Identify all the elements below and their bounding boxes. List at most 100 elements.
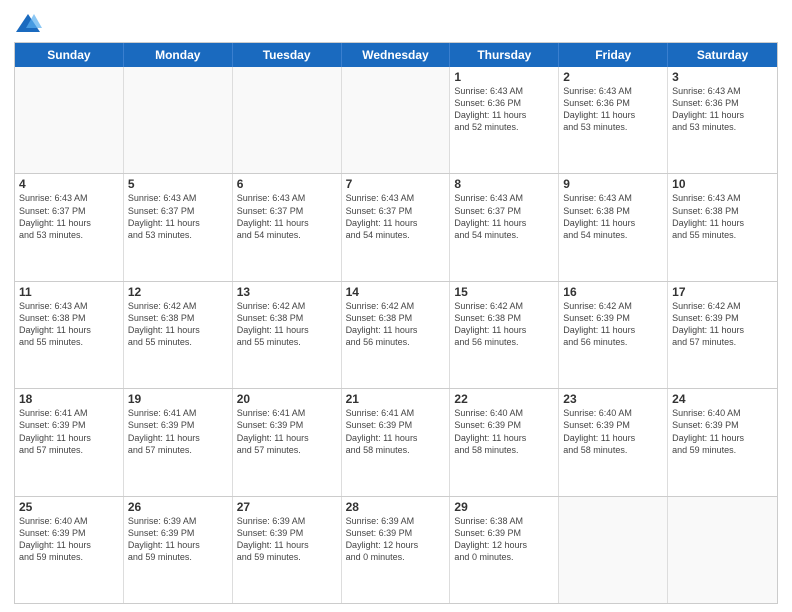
header-day-saturday: Saturday	[668, 43, 777, 67]
day-number: 21	[346, 392, 446, 406]
day-cell-29: 29Sunrise: 6:38 AM Sunset: 6:39 PM Dayli…	[450, 497, 559, 603]
day-info: Sunrise: 6:40 AM Sunset: 6:39 PM Dayligh…	[454, 407, 554, 456]
calendar: SundayMondayTuesdayWednesdayThursdayFrid…	[14, 42, 778, 604]
header-day-tuesday: Tuesday	[233, 43, 342, 67]
day-info: Sunrise: 6:42 AM Sunset: 6:39 PM Dayligh…	[563, 300, 663, 349]
header-day-friday: Friday	[559, 43, 668, 67]
header-day-monday: Monday	[124, 43, 233, 67]
day-number: 22	[454, 392, 554, 406]
day-number: 18	[19, 392, 119, 406]
day-cell-empty-4-5	[559, 497, 668, 603]
day-cell-17: 17Sunrise: 6:42 AM Sunset: 6:39 PM Dayli…	[668, 282, 777, 388]
day-cell-27: 27Sunrise: 6:39 AM Sunset: 6:39 PM Dayli…	[233, 497, 342, 603]
day-cell-28: 28Sunrise: 6:39 AM Sunset: 6:39 PM Dayli…	[342, 497, 451, 603]
day-info: Sunrise: 6:39 AM Sunset: 6:39 PM Dayligh…	[237, 515, 337, 564]
day-info: Sunrise: 6:38 AM Sunset: 6:39 PM Dayligh…	[454, 515, 554, 564]
day-cell-empty-4-6	[668, 497, 777, 603]
day-cell-21: 21Sunrise: 6:41 AM Sunset: 6:39 PM Dayli…	[342, 389, 451, 495]
logo-icon	[14, 10, 42, 38]
header-day-sunday: Sunday	[15, 43, 124, 67]
day-cell-empty-0-1	[124, 67, 233, 173]
header-day-thursday: Thursday	[450, 43, 559, 67]
day-cell-empty-0-3	[342, 67, 451, 173]
day-cell-20: 20Sunrise: 6:41 AM Sunset: 6:39 PM Dayli…	[233, 389, 342, 495]
calendar-week-2: 4Sunrise: 6:43 AM Sunset: 6:37 PM Daylig…	[15, 174, 777, 281]
day-cell-19: 19Sunrise: 6:41 AM Sunset: 6:39 PM Dayli…	[124, 389, 233, 495]
day-cell-25: 25Sunrise: 6:40 AM Sunset: 6:39 PM Dayli…	[15, 497, 124, 603]
day-info: Sunrise: 6:43 AM Sunset: 6:37 PM Dayligh…	[454, 192, 554, 241]
day-number: 14	[346, 285, 446, 299]
day-number: 2	[563, 70, 663, 84]
day-info: Sunrise: 6:42 AM Sunset: 6:38 PM Dayligh…	[454, 300, 554, 349]
day-cell-6: 6Sunrise: 6:43 AM Sunset: 6:37 PM Daylig…	[233, 174, 342, 280]
day-number: 11	[19, 285, 119, 299]
day-cell-5: 5Sunrise: 6:43 AM Sunset: 6:37 PM Daylig…	[124, 174, 233, 280]
day-number: 25	[19, 500, 119, 514]
day-number: 4	[19, 177, 119, 191]
day-cell-11: 11Sunrise: 6:43 AM Sunset: 6:38 PM Dayli…	[15, 282, 124, 388]
day-info: Sunrise: 6:42 AM Sunset: 6:38 PM Dayligh…	[346, 300, 446, 349]
day-cell-4: 4Sunrise: 6:43 AM Sunset: 6:37 PM Daylig…	[15, 174, 124, 280]
day-number: 28	[346, 500, 446, 514]
day-cell-22: 22Sunrise: 6:40 AM Sunset: 6:39 PM Dayli…	[450, 389, 559, 495]
day-cell-15: 15Sunrise: 6:42 AM Sunset: 6:38 PM Dayli…	[450, 282, 559, 388]
day-number: 16	[563, 285, 663, 299]
day-cell-16: 16Sunrise: 6:42 AM Sunset: 6:39 PM Dayli…	[559, 282, 668, 388]
day-number: 9	[563, 177, 663, 191]
day-cell-8: 8Sunrise: 6:43 AM Sunset: 6:37 PM Daylig…	[450, 174, 559, 280]
day-info: Sunrise: 6:41 AM Sunset: 6:39 PM Dayligh…	[19, 407, 119, 456]
day-cell-3: 3Sunrise: 6:43 AM Sunset: 6:36 PM Daylig…	[668, 67, 777, 173]
day-number: 8	[454, 177, 554, 191]
day-info: Sunrise: 6:40 AM Sunset: 6:39 PM Dayligh…	[672, 407, 773, 456]
page: SundayMondayTuesdayWednesdayThursdayFrid…	[0, 0, 792, 612]
day-number: 5	[128, 177, 228, 191]
day-number: 12	[128, 285, 228, 299]
day-cell-empty-0-0	[15, 67, 124, 173]
day-info: Sunrise: 6:43 AM Sunset: 6:37 PM Dayligh…	[19, 192, 119, 241]
day-info: Sunrise: 6:39 AM Sunset: 6:39 PM Dayligh…	[128, 515, 228, 564]
day-number: 19	[128, 392, 228, 406]
day-cell-7: 7Sunrise: 6:43 AM Sunset: 6:37 PM Daylig…	[342, 174, 451, 280]
calendar-header-row: SundayMondayTuesdayWednesdayThursdayFrid…	[15, 43, 777, 67]
header-day-wednesday: Wednesday	[342, 43, 451, 67]
calendar-body: 1Sunrise: 6:43 AM Sunset: 6:36 PM Daylig…	[15, 67, 777, 603]
day-info: Sunrise: 6:43 AM Sunset: 6:37 PM Dayligh…	[346, 192, 446, 241]
day-cell-9: 9Sunrise: 6:43 AM Sunset: 6:38 PM Daylig…	[559, 174, 668, 280]
day-info: Sunrise: 6:43 AM Sunset: 6:37 PM Dayligh…	[128, 192, 228, 241]
day-number: 17	[672, 285, 773, 299]
day-number: 7	[346, 177, 446, 191]
day-cell-24: 24Sunrise: 6:40 AM Sunset: 6:39 PM Dayli…	[668, 389, 777, 495]
day-info: Sunrise: 6:42 AM Sunset: 6:38 PM Dayligh…	[128, 300, 228, 349]
logo	[14, 10, 46, 38]
header	[14, 10, 778, 38]
calendar-week-3: 11Sunrise: 6:43 AM Sunset: 6:38 PM Dayli…	[15, 282, 777, 389]
day-cell-23: 23Sunrise: 6:40 AM Sunset: 6:39 PM Dayli…	[559, 389, 668, 495]
day-info: Sunrise: 6:43 AM Sunset: 6:37 PM Dayligh…	[237, 192, 337, 241]
day-number: 23	[563, 392, 663, 406]
day-cell-14: 14Sunrise: 6:42 AM Sunset: 6:38 PM Dayli…	[342, 282, 451, 388]
day-cell-empty-0-2	[233, 67, 342, 173]
day-info: Sunrise: 6:41 AM Sunset: 6:39 PM Dayligh…	[237, 407, 337, 456]
day-info: Sunrise: 6:43 AM Sunset: 6:36 PM Dayligh…	[454, 85, 554, 134]
day-cell-10: 10Sunrise: 6:43 AM Sunset: 6:38 PM Dayli…	[668, 174, 777, 280]
day-number: 6	[237, 177, 337, 191]
day-info: Sunrise: 6:43 AM Sunset: 6:36 PM Dayligh…	[672, 85, 773, 134]
day-number: 24	[672, 392, 773, 406]
day-number: 20	[237, 392, 337, 406]
day-cell-2: 2Sunrise: 6:43 AM Sunset: 6:36 PM Daylig…	[559, 67, 668, 173]
day-info: Sunrise: 6:41 AM Sunset: 6:39 PM Dayligh…	[346, 407, 446, 456]
day-cell-1: 1Sunrise: 6:43 AM Sunset: 6:36 PM Daylig…	[450, 67, 559, 173]
day-info: Sunrise: 6:43 AM Sunset: 6:38 PM Dayligh…	[672, 192, 773, 241]
day-number: 27	[237, 500, 337, 514]
day-cell-26: 26Sunrise: 6:39 AM Sunset: 6:39 PM Dayli…	[124, 497, 233, 603]
calendar-week-4: 18Sunrise: 6:41 AM Sunset: 6:39 PM Dayli…	[15, 389, 777, 496]
day-info: Sunrise: 6:39 AM Sunset: 6:39 PM Dayligh…	[346, 515, 446, 564]
day-number: 15	[454, 285, 554, 299]
calendar-week-1: 1Sunrise: 6:43 AM Sunset: 6:36 PM Daylig…	[15, 67, 777, 174]
day-info: Sunrise: 6:40 AM Sunset: 6:39 PM Dayligh…	[19, 515, 119, 564]
day-info: Sunrise: 6:43 AM Sunset: 6:36 PM Dayligh…	[563, 85, 663, 134]
day-cell-12: 12Sunrise: 6:42 AM Sunset: 6:38 PM Dayli…	[124, 282, 233, 388]
day-number: 10	[672, 177, 773, 191]
day-cell-13: 13Sunrise: 6:42 AM Sunset: 6:38 PM Dayli…	[233, 282, 342, 388]
day-info: Sunrise: 6:42 AM Sunset: 6:38 PM Dayligh…	[237, 300, 337, 349]
